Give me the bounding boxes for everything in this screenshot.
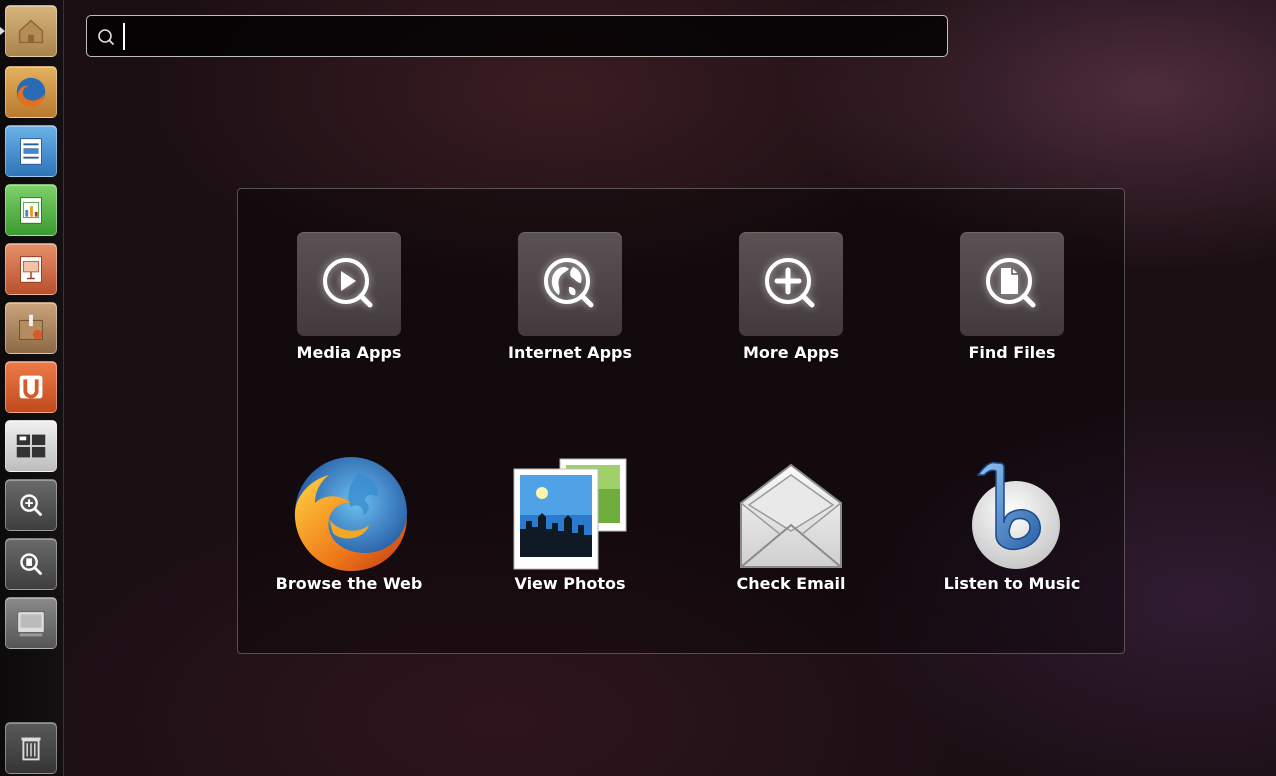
lens-find-files[interactable]: Find Files — [902, 232, 1122, 372]
dash-home-panel: Media Apps Internet Apps More Apps Find … — [237, 188, 1125, 654]
lens-icon-tile — [518, 232, 622, 336]
shortcut-check-email[interactable]: Check Email — [681, 453, 901, 599]
search-input[interactable] — [121, 22, 935, 52]
firefox-icon — [294, 457, 407, 571]
launcher-trash-button[interactable] — [5, 722, 57, 774]
libreoffice-writer-icon — [20, 138, 42, 165]
lens-label: Internet Apps — [507, 343, 632, 362]
launcher-home-button[interactable] — [5, 5, 57, 57]
shortcut-label: Check Email — [736, 574, 846, 593]
lens-internet-apps[interactable]: Internet Apps — [460, 232, 680, 372]
launcher-software-center-button[interactable] — [5, 302, 57, 354]
workspaces-icon — [16, 434, 46, 458]
lens-media-apps[interactable]: Media Apps — [239, 232, 459, 372]
launcher-writer-button[interactable] — [5, 125, 57, 177]
launcher-files-lens-button[interactable] — [5, 538, 57, 590]
shortcut-browse-web[interactable]: Browse the Web — [239, 453, 459, 599]
lens-icon-tile — [297, 232, 401, 336]
ubuntu-one-icon — [19, 375, 43, 399]
file-search-icon — [986, 258, 1036, 308]
libreoffice-impress-icon — [20, 256, 42, 283]
lens-icon-tile — [739, 232, 843, 336]
globe-search-icon — [544, 258, 594, 308]
shortcut-label: View Photos — [514, 574, 626, 593]
launcher — [0, 0, 64, 776]
lens-icon-tile — [960, 232, 1064, 336]
shortcut-view-photos[interactable]: View Photos — [460, 453, 680, 599]
photos-icon — [513, 458, 627, 570]
dash-search-bar[interactable] — [86, 15, 948, 57]
text-caret — [123, 23, 125, 50]
launcher-workspace-switcher-button[interactable] — [5, 420, 57, 472]
package-box-icon — [19, 314, 43, 340]
banshee-music-icon — [972, 461, 1060, 569]
files-search-icon — [20, 553, 42, 575]
home-folder-icon — [18, 19, 44, 44]
launcher-ubuntu-one-button[interactable] — [5, 361, 57, 413]
shortcut-label: Listen to Music — [943, 574, 1081, 593]
lens-more-apps[interactable]: More Apps — [681, 232, 901, 372]
plus-search-icon — [765, 258, 815, 308]
trash-icon — [21, 737, 41, 761]
launcher-firefox-button[interactable] — [5, 66, 57, 118]
computer-icon — [17, 611, 45, 637]
launcher-impress-button[interactable] — [5, 243, 57, 295]
launcher-calc-button[interactable] — [5, 184, 57, 236]
lens-label: More Apps — [742, 343, 840, 362]
lens-label: Find Files — [968, 343, 1056, 362]
lens-label: Media Apps — [296, 343, 402, 362]
libreoffice-calc-icon — [20, 197, 42, 224]
shortcut-listen-music[interactable]: Listen to Music — [902, 453, 1122, 599]
apps-search-icon — [20, 494, 42, 516]
launcher-computer-button[interactable] — [5, 597, 57, 649]
firefox-icon — [16, 77, 46, 108]
shortcut-label: Browse the Web — [275, 574, 423, 593]
search-icon — [98, 29, 114, 45]
envelope-icon — [740, 463, 842, 568]
launcher-apps-lens-button[interactable] — [5, 479, 57, 531]
media-play-search-icon — [323, 258, 373, 308]
